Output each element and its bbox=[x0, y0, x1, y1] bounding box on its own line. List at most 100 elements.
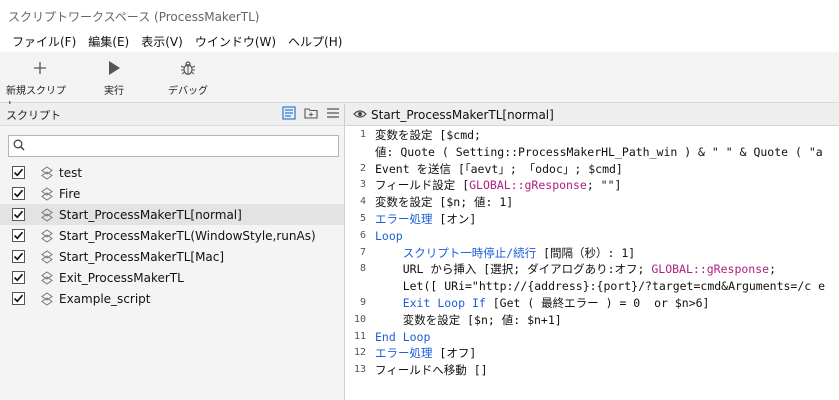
code-segment: エラー処理 bbox=[375, 346, 433, 361]
code-text: フィールドへ移動 [] bbox=[375, 362, 488, 379]
include-checkbox[interactable] bbox=[12, 271, 25, 284]
script-list-item[interactable]: Start_ProcessMakerTL[normal] bbox=[0, 204, 344, 225]
bug-icon bbox=[180, 58, 196, 78]
line-number bbox=[345, 144, 375, 161]
script-item-label: Example_script bbox=[59, 291, 151, 306]
code-segment: [間隔（秒）: 1] bbox=[536, 245, 636, 260]
code-line[interactable]: 9 Exit Loop If [Get ( 最終エラー ) = 0 or $n>… bbox=[345, 295, 839, 312]
script-list-item[interactable]: Fire bbox=[0, 183, 344, 204]
script-list: test Fire Start_ProcessMakerTL[normal] Star… bbox=[0, 162, 344, 309]
code-line[interactable]: 11 End Loop bbox=[345, 329, 839, 346]
code-segment: End Loop bbox=[375, 329, 431, 344]
script-icon bbox=[41, 165, 53, 180]
menu-window[interactable]: ウインドウ(W) bbox=[189, 33, 282, 50]
script-item-label: test bbox=[59, 165, 83, 180]
code-line[interactable]: 6 Loop bbox=[345, 228, 839, 245]
include-checkbox[interactable] bbox=[12, 187, 25, 200]
code-text: Let([ URi="http://{address}:{port}/?targ… bbox=[375, 278, 825, 295]
script-code-area[interactable]: 1 変数を設定 [$cmd; 値: Quote ( Setting::Process… bbox=[345, 127, 839, 400]
line-number bbox=[345, 278, 375, 295]
script-item-label: Start_ProcessMakerTL(WindowStyle,runAs) bbox=[59, 228, 316, 243]
code-segment: Loop bbox=[375, 228, 403, 243]
menu-lines-icon[interactable] bbox=[326, 106, 340, 123]
code-segment: スクリプト一時停止/続行 bbox=[402, 245, 537, 260]
menu-edit[interactable]: 編集(E) bbox=[82, 33, 135, 50]
search-box[interactable] bbox=[8, 135, 339, 157]
code-segment: ; bbox=[769, 262, 776, 277]
code-line[interactable]: Let([ URi="http://{address}:{port}/?targ… bbox=[345, 278, 839, 295]
code-segment: 値: Quote ( Setting::ProcessMakerHL_Path_… bbox=[375, 144, 823, 159]
script-item-label: Fire bbox=[59, 186, 81, 201]
code-line[interactable]: 10 変数を設定 [$n; 値: $n+1] bbox=[345, 312, 839, 329]
script-panel-header: スクリプト bbox=[0, 104, 344, 126]
line-number: 3 bbox=[359, 179, 366, 191]
line-number: 2 bbox=[359, 162, 366, 174]
code-line[interactable]: 4 変数を設定 [$n; 値: 1] bbox=[345, 194, 839, 211]
play-icon bbox=[107, 58, 121, 78]
script-item-label: Start_ProcessMakerTL[Mac] bbox=[59, 249, 225, 264]
code-segment: フィールド設定 [ bbox=[375, 178, 470, 193]
code-line[interactable]: 5 エラー処理 [オン] bbox=[345, 211, 839, 228]
code-line[interactable]: 3 フィールド設定 [GLOBAL::gResponse; ""] bbox=[345, 177, 839, 194]
code-line[interactable]: 値: Quote ( Setting::ProcessMakerHL_Path_… bbox=[345, 144, 839, 161]
code-segment: Event を送信 [「aevt」; 「odoc」; $cmd] bbox=[375, 161, 623, 176]
script-list-item[interactable]: test bbox=[0, 162, 344, 183]
code-line[interactable]: 12 エラー処理 [オフ] bbox=[345, 345, 839, 362]
code-text: エラー処理 [オン] bbox=[375, 211, 476, 228]
code-segment: [オン] bbox=[432, 211, 477, 226]
code-segment: エラー処理 bbox=[375, 211, 433, 226]
code-segment: 変数を設定 [$n; 値: $n+1] bbox=[375, 312, 562, 327]
debug-button[interactable]: デバッグ bbox=[154, 58, 222, 97]
run-button[interactable]: 実行 bbox=[80, 58, 148, 97]
script-list-item[interactable]: Example_script bbox=[0, 288, 344, 309]
script-list-item[interactable]: Start_ProcessMakerTL[Mac] bbox=[0, 246, 344, 267]
script-list-item[interactable]: Start_ProcessMakerTL(WindowStyle,runAs) bbox=[0, 225, 344, 246]
search-input[interactable] bbox=[29, 137, 338, 155]
code-text: Loop bbox=[375, 228, 403, 245]
new-folder-icon[interactable] bbox=[304, 106, 318, 123]
editor-title: Start_ProcessMakerTL[normal] bbox=[371, 107, 554, 122]
code-line[interactable]: 2 Event を送信 [「aevt」; 「odoc」; $cmd] bbox=[345, 161, 839, 178]
code-line[interactable]: 1 変数を設定 [$cmd; bbox=[345, 127, 839, 144]
line-number: 6 bbox=[359, 229, 366, 241]
code-text: 値: Quote ( Setting::ProcessMakerHL_Path_… bbox=[375, 144, 823, 161]
line-number: 12 bbox=[353, 347, 366, 359]
toolbar: 新規スクリプト 実行 デバッグ bbox=[0, 52, 839, 112]
menu-help[interactable]: ヘルプ(H) bbox=[282, 33, 348, 50]
code-segment: GLOBAL::gResponse bbox=[651, 262, 770, 277]
code-text: スクリプト一時停止/続行 [間隔（秒）: 1] bbox=[375, 245, 635, 262]
code-segment: URL から挿入 [選択; ダイアログあり:オフ; bbox=[375, 262, 652, 277]
code-text: Exit Loop If [Get ( 最終エラー ) = 0 or $n>6] bbox=[375, 295, 710, 312]
script-list-item[interactable]: Exit_ProcessMakerTL bbox=[0, 267, 344, 288]
code-text: 変数を設定 [$cmd; bbox=[375, 127, 481, 144]
menu-bar: ファイル(F) 編集(E) 表示(V) ウインドウ(W) ヘルプ(H) bbox=[0, 30, 839, 52]
code-text: 変数を設定 [$n; 値: $n+1] bbox=[375, 312, 562, 329]
code-segment: 変数を設定 [$n; 値: 1] bbox=[375, 195, 514, 210]
include-checkbox[interactable] bbox=[12, 250, 25, 263]
eye-icon[interactable] bbox=[353, 108, 367, 122]
line-number: 4 bbox=[359, 196, 366, 208]
menu-view[interactable]: 表示(V) bbox=[135, 33, 189, 50]
script-item-label: Exit_ProcessMakerTL bbox=[59, 270, 184, 285]
include-checkbox[interactable] bbox=[12, 292, 25, 305]
menu-file[interactable]: ファイル(F) bbox=[6, 33, 82, 50]
code-line[interactable]: 8 URL から挿入 [選択; ダイアログあり:オフ; GLOBAL::gRes… bbox=[345, 261, 839, 278]
script-icon bbox=[41, 207, 53, 222]
script-list-panel: スクリプト test Fire Start_ProcessMakerTL[norma… bbox=[0, 104, 345, 400]
include-checkbox[interactable] bbox=[12, 229, 25, 242]
code-segment: ; ""] bbox=[586, 178, 622, 193]
code-line[interactable]: 13 フィールドへ移動 [] bbox=[345, 362, 839, 379]
code-text: Event を送信 [「aevt」; 「odoc」; $cmd] bbox=[375, 161, 623, 178]
line-number: 7 bbox=[359, 246, 366, 258]
include-checkbox[interactable] bbox=[12, 166, 25, 179]
line-number: 1 bbox=[359, 129, 366, 140]
editor-header: Start_ProcessMakerTL[normal] bbox=[345, 104, 839, 126]
script-icon bbox=[41, 291, 53, 306]
code-segment: フィールドへ移動 [] bbox=[375, 363, 488, 378]
include-checkbox[interactable] bbox=[12, 208, 25, 221]
run-label: 実行 bbox=[104, 86, 124, 97]
list-view-icon[interactable] bbox=[282, 106, 296, 123]
code-line[interactable]: 7 スクリプト一時停止/続行 [間隔（秒）: 1] bbox=[345, 245, 839, 262]
